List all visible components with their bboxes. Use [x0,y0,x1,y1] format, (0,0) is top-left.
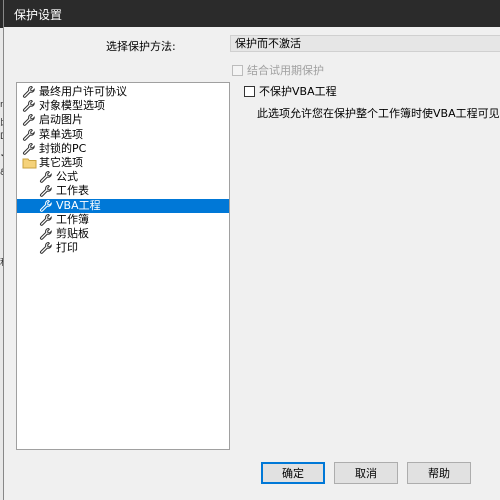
wrench-icon [38,184,54,198]
no-protect-vba-label[interactable]: 不保护VBA工程 [259,83,337,99]
tree-item[interactable]: 菜单选项 [21,128,83,142]
tree-item[interactable]: VBA工程 [17,198,229,213]
tree-item[interactable]: 工作表 [38,184,89,198]
tree-item-label: 菜单选项 [39,127,83,141]
tree-item[interactable]: 工作簿 [38,213,89,227]
tree-item-label: 公式 [56,170,78,184]
protection-settings-dialog: 保护设置 选择保护方法: 保护而不激活 结合试用期保护 最终用户许可协议 对象模型… [3,0,500,500]
wrench-icon [38,213,54,227]
protection-method-select[interactable]: 保护而不激活 [230,35,500,52]
tree-item-label: 启动图片 [39,113,83,127]
wrench-icon [38,227,54,241]
tree-item[interactable]: 封锁的PC [21,142,86,156]
trial-protection-label: 结合试用期保护 [247,64,324,77]
tree-item[interactable]: 启动图片 [21,113,83,127]
wrench-icon [38,241,54,255]
trial-protection-checkbox [232,64,243,76]
tree-item-label: VBA工程 [56,198,101,212]
title-bar[interactable]: 保护设置 [4,0,500,27]
tree-item[interactable]: 打印 [38,241,78,255]
tree-item[interactable]: 剪贴板 [38,227,89,241]
wrench-icon [21,142,37,156]
folder-icon [21,156,37,170]
options-tree[interactable]: 最终用户许可协议 对象模型选项 启动图片 菜单选项 封锁的PC 其它选项 公式 工作表 VBA工… [16,82,230,450]
tree-item-label: 打印 [56,241,78,255]
no-protect-vba-option[interactable]: 不保护VBA工程 [244,83,337,99]
wrench-icon [21,85,37,99]
tree-item[interactable]: 最终用户许可协议 [21,85,127,99]
wrench-icon [38,170,54,184]
tree-item[interactable]: 对象模型选项 [21,99,105,113]
wrench-icon [38,199,54,213]
tree-item[interactable]: 其它选项 [21,156,83,170]
wrench-icon [21,113,37,127]
cancel-button[interactable]: 取消 [334,462,398,484]
tree-item-label: 对象模型选项 [39,99,105,113]
window-title: 保护设置 [14,8,63,22]
tree-item-label: 封锁的PC [39,141,87,155]
wrench-icon [21,99,37,113]
help-button[interactable]: 帮助 [407,462,471,484]
tree-item-label: 其它选项 [39,156,83,169]
no-protect-vba-checkbox[interactable] [244,85,255,97]
ok-button[interactable]: 确定 [261,462,325,484]
trial-protection-option: 结合试用期保护 [232,62,324,78]
protection-method-label: 选择保护方法: [106,40,176,53]
tree-item-label: 工作簿 [56,212,89,226]
wrench-icon [21,128,37,142]
tree-item[interactable]: 公式 [38,170,78,184]
tree-item-label: 工作表 [56,184,89,198]
tree-item-label: 最终用户许可协议 [39,85,127,98]
tree-item-label: 剪贴板 [56,227,89,240]
option-description: 此选项允许您在保护整个工作簿时使VBA工程可见 [257,107,500,120]
